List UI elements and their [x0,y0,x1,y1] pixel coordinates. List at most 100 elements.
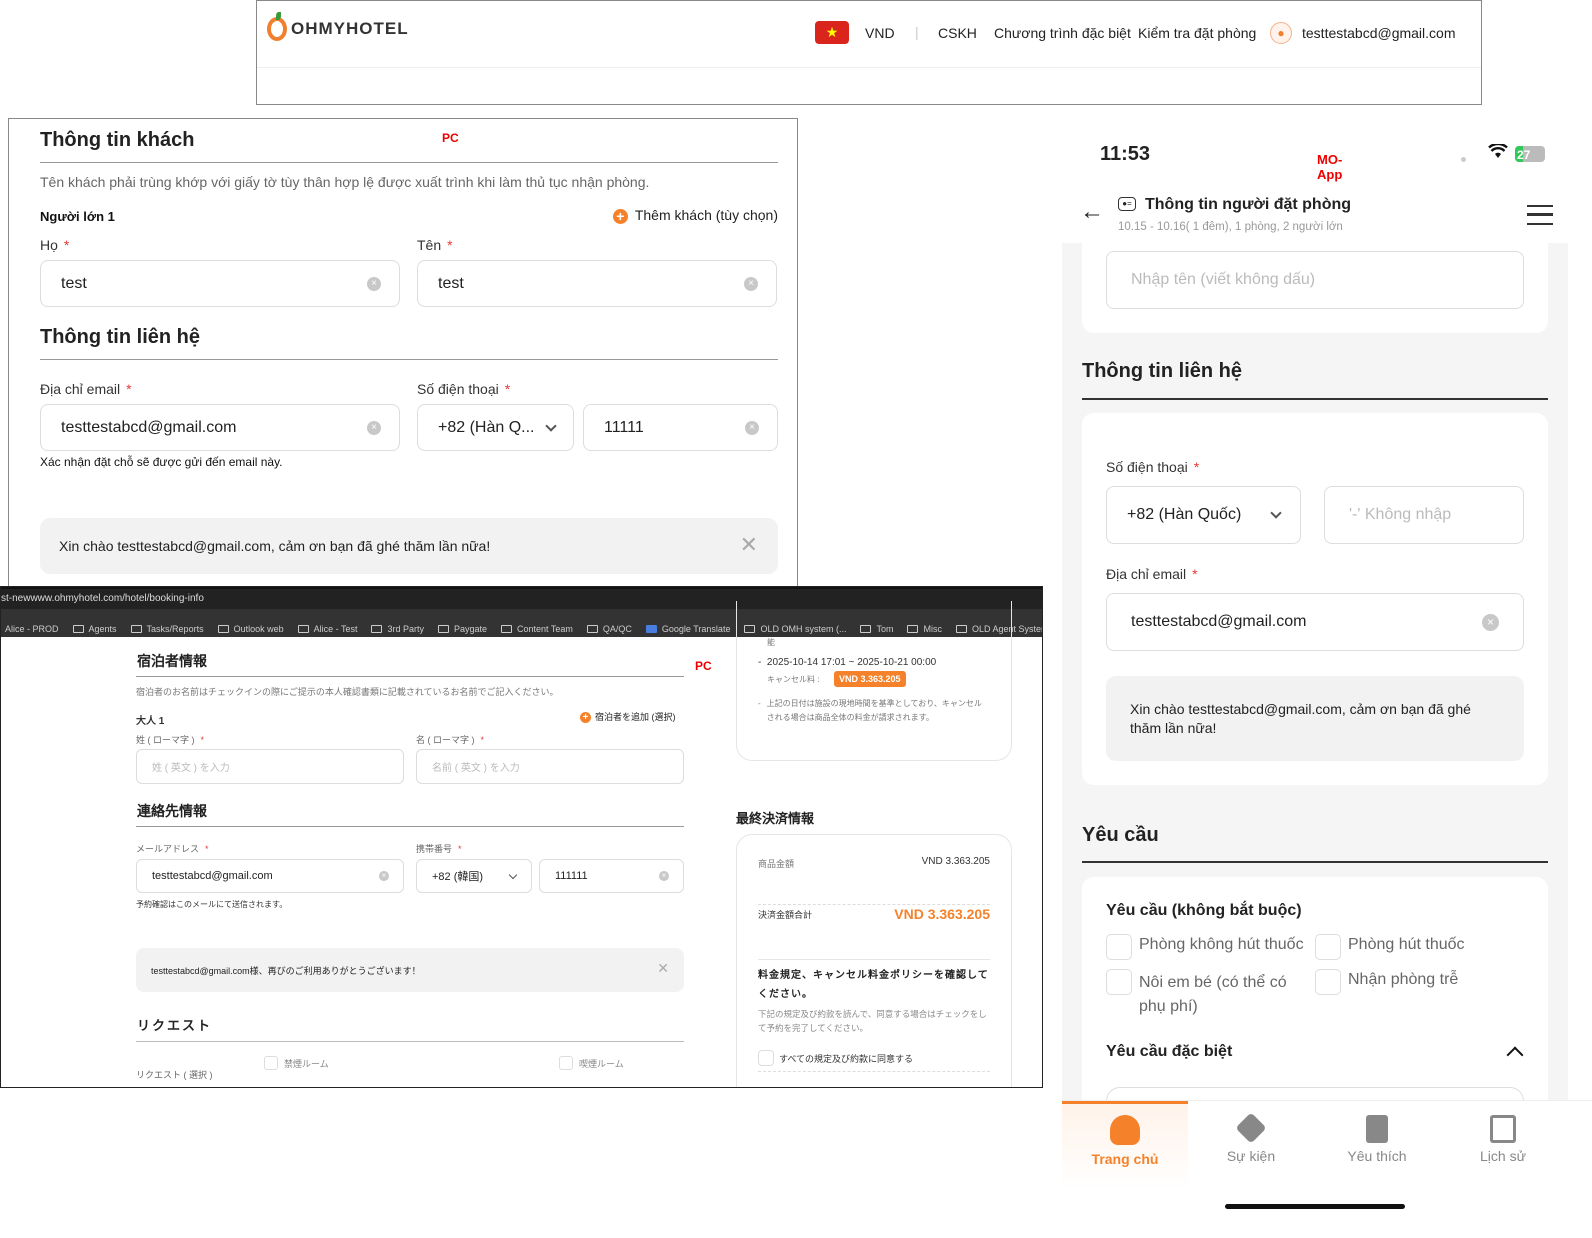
chevron-down-icon [508,870,518,880]
first-name-input[interactable]: test × [417,260,777,307]
add-guest-button[interactable]: + Thêm khách (tùy chọn) [612,207,778,224]
bookmark[interactable]: Tasks/Reports [130,620,204,637]
clear-icon[interactable]: × [659,871,669,881]
bookmark[interactable]: Google Translate [645,620,730,637]
email-input[interactable]: testtestabcd@gmail.com × [40,404,400,451]
avatar-icon[interactable]: ● [1270,22,1292,44]
tab-events[interactable]: Sự kiện [1188,1101,1314,1191]
divider [758,959,990,960]
scroll-content: Nhập tên (viết không dấu) Thông tin liên… [1062,243,1568,1100]
email-note: 予約確認はこのメールにて送信されます。 [136,900,288,909]
back-arrow-icon[interactable]: ← [1080,200,1104,224]
currency-selector[interactable]: VND [865,25,895,41]
folder-icon [501,624,513,633]
policy-description: 下記の規定及び約款を読んで、同意する場合はチェックをして予約を完了してください。 [758,1009,987,1033]
dashed-divider [758,904,990,905]
nav-cskh[interactable]: CSKH [938,25,977,41]
folder-icon [437,624,449,633]
plus-circle-icon: + [612,208,628,224]
bookmark[interactable]: QA/QC [586,620,632,637]
bookmark[interactable]: Paygate [437,620,487,637]
battery-icon: 27 [1515,146,1545,162]
clear-icon[interactable]: × [1482,614,1499,631]
folder-icon [130,624,142,633]
bookmark[interactable]: Outlook web [217,620,284,637]
payment-card [736,834,1012,1087]
last-name-input[interactable]: 姓 ( 英文 ) を入力 [136,749,404,784]
bookmark[interactable]: Content Team [501,620,573,637]
special-request-textarea[interactable] [1106,1087,1524,1100]
logo[interactable]: OHMYHOTEL [267,12,409,41]
email-label: Địa chỉ email * [40,381,132,397]
guest-info-title: 宿泊者情報 [137,653,207,669]
last-name-input[interactable]: test × [40,260,400,307]
phone-input[interactable]: '-' Không nhập [1324,486,1524,544]
bookmark[interactable]: Agents [72,620,117,637]
checkbox-smoking[interactable] [1315,934,1341,960]
agree-all-checkbox[interactable] [758,1050,774,1066]
country-code-select[interactable]: +82 (Hàn Q... [417,404,574,451]
divider [40,162,778,163]
tab-favorites[interactable]: Yêu thích [1314,1101,1440,1191]
camera-dot [1461,157,1466,162]
chevron-down-icon [545,419,557,432]
user-email[interactable]: testtestabcd@gmail.com [1302,25,1456,41]
clear-icon[interactable]: × [367,276,381,291]
clear-icon[interactable]: × [367,420,381,435]
phone-input[interactable]: 111111 × [539,859,684,893]
clear-icon[interactable]: × [745,420,759,435]
name-input[interactable]: Nhập tên (viết không dấu) [1106,251,1524,309]
logo-icon [267,12,287,41]
nav-check-booking[interactable]: Kiểm tra đặt phòng [1138,25,1256,41]
mobile-app-screen: 11:53 MO-App 27 ← ●= Thông tin người đặt… [1062,130,1592,1238]
divider [1082,861,1548,863]
bookmark[interactable]: Alice - Test [297,620,357,637]
url-text[interactable]: st-newwww.ohmyhotel.com/hotel/booking-in… [1,593,204,604]
checkbox-non-smoking[interactable] [1106,934,1132,960]
history-icon [1490,1115,1516,1143]
clear-icon[interactable]: × [379,871,389,881]
email-input[interactable]: testtestabcd@gmail.com × [136,859,404,893]
vietnam-flag-icon[interactable]: ★ [815,21,849,44]
bookmark[interactable]: Alice - PROD [5,620,59,637]
dashed-divider [758,1071,990,1072]
close-icon[interactable]: ✕ [740,534,758,556]
checkbox-late-checkin[interactable] [1315,969,1341,995]
email-input[interactable]: testtestabcd@gmail.com × [1106,593,1524,651]
nav-special-program[interactable]: Chương trình đặc biệt [994,25,1131,41]
guest-description: 宿泊者のお名前はチェックインの際にご提示の本人確認書類に記載されているお名前でご… [136,687,559,697]
email-label: Địa chỉ email * [1106,566,1198,582]
adult-label: 大人 1 [136,716,165,727]
tab-home[interactable]: Trang chủ [1062,1101,1188,1191]
clear-icon[interactable]: × [744,276,758,291]
option-non-smoking: Phòng không hút thuốc [1139,936,1304,953]
adult-label: Người lớn 1 [40,209,115,224]
checkbox-non-smoking[interactable] [264,1056,278,1070]
folder-icon [217,624,229,633]
country-code-select[interactable]: +82 (韓国) [416,859,532,893]
checkbox-baby-cot[interactable] [1106,969,1132,995]
payment-title: 最終決済情報 [736,811,815,826]
tab-history[interactable]: Lịch sử [1440,1101,1566,1191]
divider [1082,398,1548,400]
hamburger-menu-icon[interactable] [1527,205,1553,225]
page-title: Thông tin người đặt phòng [1145,196,1352,213]
bookmark[interactable]: 3rd Party [371,620,424,637]
welcome-banner: testtestabcd@gmail.com様、再びのご利用ありがとうございます… [136,948,684,992]
last-name-label: Họ * [40,237,70,253]
header-divider [257,67,1481,68]
guest-description: Tên khách phải trùng khớp với giấy tờ tù… [40,174,650,190]
first-name-input[interactable]: 名前 ( 英文 ) を入力 [416,749,684,784]
close-icon[interactable]: ✕ [657,961,669,975]
welcome-banner: Xin chào testtestabcd@gmail.com, cảm ơn … [40,518,778,574]
divider [136,1041,684,1042]
phone-input[interactable]: 11111 × [583,404,778,451]
add-guest-button[interactable]: + 宿泊者を追加 (選択) [580,710,676,724]
phone-label: 携帯番号 * [416,844,462,854]
checkbox-smoking[interactable] [559,1056,573,1070]
option-non-smoking: 禁煙ルーム [284,1059,329,1069]
booking-summary: 10.15 - 10.16( 1 đêm), 1 phòng, 2 người … [1118,221,1343,233]
folder-icon [72,624,84,633]
country-code-select[interactable]: +82 (Hàn Quốc) [1106,486,1301,544]
divider [136,826,684,827]
